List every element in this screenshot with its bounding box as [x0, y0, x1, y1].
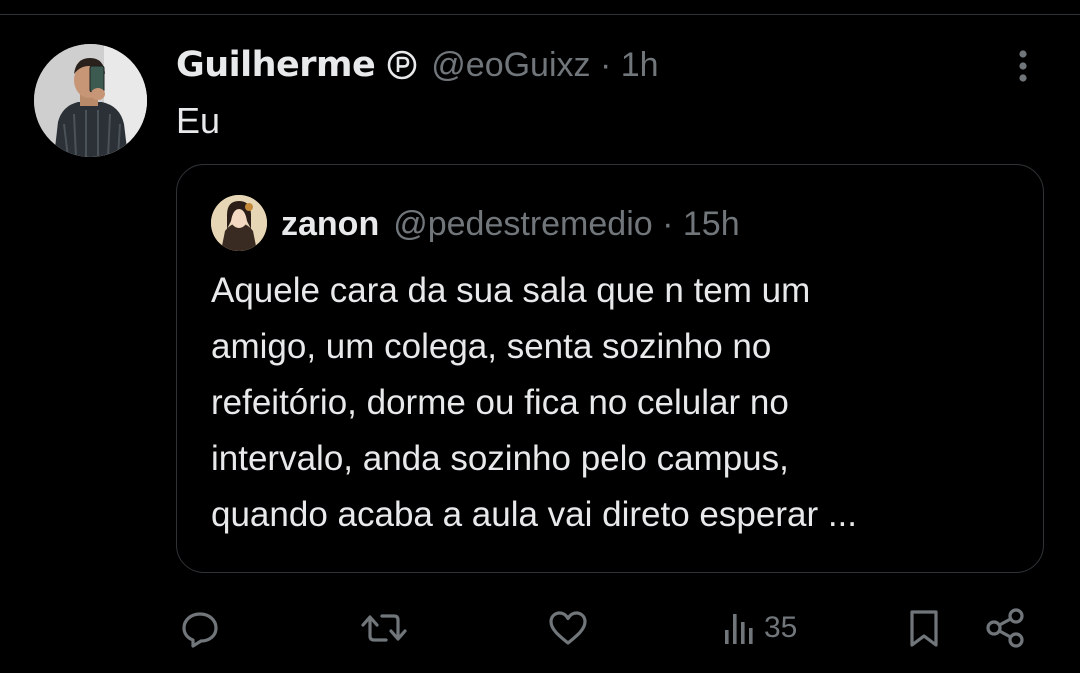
quoted-tweet-card[interactable]: zanon @pedestremedio · 15h Aquele cara d… [176, 164, 1044, 573]
like-button[interactable] [546, 600, 590, 656]
author-handle[interactable]: @eoGuixz [431, 46, 590, 84]
author-meta: @eoGuixz · 1h [431, 46, 658, 85]
top-divider [0, 14, 1080, 15]
views-button[interactable]: 35 [722, 600, 797, 656]
parody-badge-icon [387, 50, 417, 80]
action-bar: 35 [0, 600, 1080, 656]
reply-icon [182, 612, 218, 648]
more-options-icon[interactable] [1010, 48, 1036, 88]
views-icon [725, 614, 753, 644]
quote-author-avatar[interactable] [211, 195, 267, 251]
tweet-time[interactable]: 1h [621, 46, 659, 84]
views-count: 35 [764, 611, 798, 644]
reply-button[interactable] [178, 600, 222, 656]
author-avatar[interactable] [34, 44, 147, 157]
bookmark-icon [910, 610, 938, 647]
meta-separator: · [599, 45, 612, 84]
tweet-header: Guilherme @eoGuixz · 1h [176, 38, 659, 92]
quote-author-handle[interactable]: @pedestremedio [393, 205, 652, 243]
retweet-icon [361, 614, 407, 642]
tweet-text: Eu [176, 100, 221, 141]
quote-author-name[interactable]: zanon [281, 205, 379, 244]
quote-author-avatar-image [211, 195, 267, 251]
share-button[interactable] [984, 600, 1028, 656]
quote-time[interactable]: 15h [683, 205, 740, 243]
author-avatar-image [34, 44, 147, 157]
quote-text: Aquele cara da sua sala que n tem um ami… [211, 271, 857, 534]
quote-meta: @pedestremedio · 15h [393, 205, 739, 244]
quote-meta-separator: · [662, 204, 674, 243]
author-name[interactable]: Guilherme [176, 45, 376, 85]
like-icon [549, 611, 587, 645]
quote-header: zanon @pedestremedio · 15h [281, 197, 740, 251]
retweet-button[interactable] [360, 600, 408, 656]
bookmark-button[interactable] [904, 600, 944, 656]
share-icon [986, 608, 1024, 648]
